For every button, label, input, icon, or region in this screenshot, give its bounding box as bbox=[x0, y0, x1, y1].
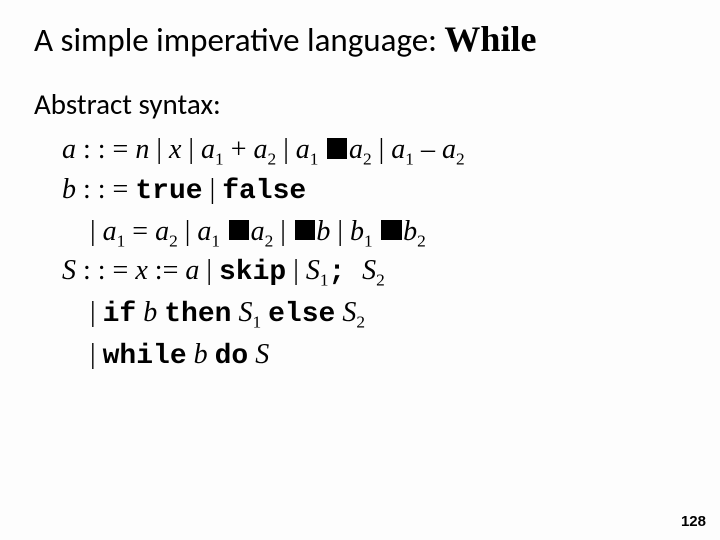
grammar-line-s2: | if b then S1 else S2 bbox=[62, 293, 686, 335]
placeholder-glyph-icon bbox=[381, 220, 401, 240]
section-heading: Abstract syntax: bbox=[34, 86, 686, 122]
grammar-line-b2: | a1 = a2 | a1 a2 | b | b1 b2 bbox=[62, 212, 686, 252]
page-number: 128 bbox=[681, 513, 706, 530]
grammar-line-s3: | while b do S bbox=[62, 335, 686, 377]
title-text: A simple imperative language: bbox=[34, 20, 444, 60]
placeholder-glyph-icon bbox=[229, 220, 249, 240]
language-name: While bbox=[444, 19, 536, 59]
slide-content: A simple imperative language: While Abst… bbox=[0, 0, 720, 377]
slide-title: A simple imperative language: While bbox=[34, 18, 686, 60]
grammar-line-b1: b : : = true | false bbox=[62, 170, 686, 212]
placeholder-glyph-icon bbox=[327, 138, 347, 158]
grammar-block: a : : = n | x | a1 + a2 | a1 a2 | a1 – a… bbox=[34, 130, 686, 377]
placeholder-glyph-icon bbox=[295, 220, 315, 240]
grammar-line-s1: S : : = x := a | skip | S1; S2 bbox=[62, 251, 686, 293]
grammar-line-a: a : : = n | x | a1 + a2 | a1 a2 | a1 – a… bbox=[62, 130, 686, 170]
